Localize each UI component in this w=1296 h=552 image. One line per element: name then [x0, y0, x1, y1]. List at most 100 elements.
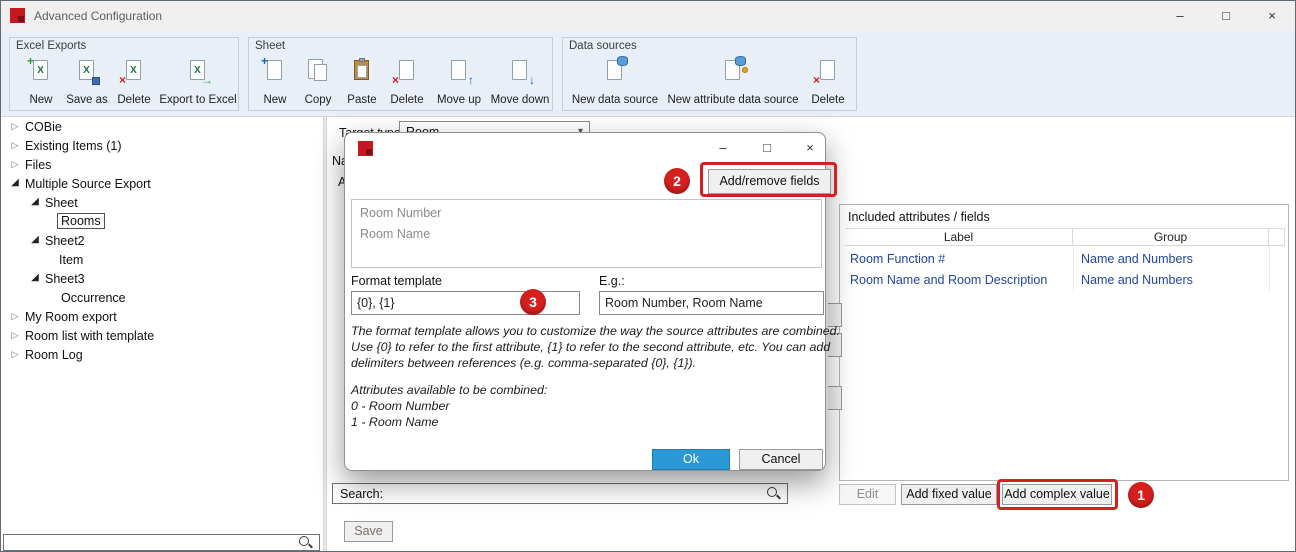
excel-save-as-button[interactable]: X Save as: [64, 54, 110, 108]
excel-delete-button[interactable]: X× Delete: [112, 54, 156, 108]
main-search-input[interactable]: [383, 485, 765, 502]
row-label-cell: Room Function #: [850, 252, 945, 266]
maximize-button[interactable]: □: [1203, 1, 1249, 31]
list-item[interactable]: Room Number: [360, 206, 441, 220]
sidebar-item-sheet2[interactable]: ◢ Sheet2: [1, 232, 319, 251]
toolbar-button-label: New: [20, 94, 62, 106]
attribute-reference: 1 - Room Name: [351, 415, 438, 429]
sidebar-item-label: Room list with template: [25, 329, 154, 343]
sheet-new-icon: +: [263, 58, 287, 84]
excel-new-button[interactable]: X+ New: [20, 54, 62, 108]
column-separator: [1073, 246, 1074, 292]
sidebar-item-label: Rooms: [57, 213, 105, 229]
toolbar-button-label: Delete: [805, 94, 851, 106]
format-description-line: Use {0} to refer to the first attribute,…: [351, 340, 830, 354]
annotation-step-1: 1: [1128, 482, 1154, 508]
toolbar-button-label: Delete: [112, 94, 156, 106]
sidebar-item-label: Multiple Source Export: [25, 177, 151, 191]
edit-button[interactable]: Edit: [839, 484, 896, 505]
data-source-delete-button[interactable]: × Delete: [805, 54, 851, 108]
toolbar-button-label: Move down: [489, 94, 551, 106]
expander-expanded-icon[interactable]: ◢: [29, 272, 41, 283]
ribbon: Excel Exports X+ New X Save as X× Delete…: [1, 31, 1295, 117]
column-header-label[interactable]: Label: [845, 228, 1073, 246]
sidebar-item-label: Files: [25, 158, 51, 172]
app-logo-icon: [10, 8, 25, 23]
export-to-excel-button[interactable]: X→ Export to Excel: [158, 54, 238, 108]
copy-icon: [306, 58, 330, 84]
example-input[interactable]: [599, 291, 824, 315]
sidebar-search-box: [3, 534, 320, 551]
sidebar-item-rooms[interactable]: Rooms: [1, 213, 319, 232]
sidebar-item-sheet3[interactable]: ◢ Sheet3: [1, 270, 319, 289]
toolbar-button-label: New data source: [569, 94, 661, 106]
copy-button[interactable]: Copy: [297, 54, 339, 108]
new-data-source-button[interactable]: New data source: [569, 54, 661, 108]
column-header-group[interactable]: Group: [1073, 228, 1269, 246]
paste-button[interactable]: Paste: [341, 54, 383, 108]
sidebar-item-room-list-with-template[interactable]: ▷ Room list with template: [1, 327, 319, 346]
list-item[interactable]: Room Name: [360, 227, 430, 241]
new-attribute-data-source-button[interactable]: New attribute data source: [663, 54, 803, 108]
export-to-excel-icon: X→: [186, 58, 210, 84]
sheet-delete-button[interactable]: × Delete: [385, 54, 429, 108]
search-icon: [299, 536, 313, 550]
sidebar-item-occurrence[interactable]: Occurrence: [1, 289, 319, 308]
sidebar-item-label: Sheet3: [45, 272, 85, 286]
sidebar-item-label: My Room export: [25, 310, 117, 324]
advanced-configuration-window: Advanced Configuration – □ × Excel Expor…: [0, 0, 1296, 552]
expander-expanded-icon[interactable]: ◢: [29, 234, 41, 245]
close-button[interactable]: ×: [1249, 1, 1295, 31]
sidebar-item-label: Room Log: [25, 348, 83, 362]
pane-splitter[interactable]: [323, 117, 327, 552]
window-title: Advanced Configuration: [34, 9, 162, 23]
main-search-box: Search:: [332, 483, 788, 504]
search-label: Search:: [340, 487, 383, 501]
minimize-button[interactable]: –: [1157, 1, 1203, 31]
paste-icon: [350, 58, 374, 84]
expander-collapsed-icon[interactable]: ▷: [9, 330, 21, 341]
dialog-maximize-button[interactable]: □: [751, 133, 783, 163]
expander-collapsed-icon[interactable]: ▷: [9, 159, 21, 170]
expander-collapsed-icon[interactable]: ▷: [9, 140, 21, 151]
ribbon-group-sheet: Sheet + New Copy Paste × Delete ↑ Move u…: [248, 37, 553, 111]
annotation-step-3: 3: [520, 289, 546, 315]
sidebar-item-sheet[interactable]: ◢ Sheet: [1, 194, 319, 213]
sidebar-item-label: Sheet2: [45, 234, 85, 248]
ok-button[interactable]: Ok: [652, 449, 730, 470]
add-fixed-value-button[interactable]: Add fixed value: [901, 484, 997, 505]
annotation-highlight-add-complex-value: [997, 479, 1118, 510]
sidebar-item-room-log[interactable]: ▷ Room Log: [1, 346, 319, 365]
sidebar-item-item[interactable]: Item: [1, 251, 319, 270]
ribbon-group-label: Data sources: [569, 40, 637, 52]
sidebar-item-my-room-export[interactable]: ▷ My Room export: [1, 308, 319, 327]
cancel-button[interactable]: Cancel: [739, 449, 823, 470]
attributes-available-heading: Attributes available to be combined:: [351, 383, 547, 397]
data-source-delete-icon: ×: [816, 58, 840, 84]
expander-collapsed-icon[interactable]: ▷: [9, 121, 21, 132]
save-button[interactable]: Save: [344, 521, 393, 542]
annotation-highlight-add-remove-fields: [700, 162, 837, 197]
sidebar-item-existing-items[interactable]: ▷ Existing Items (1): [1, 137, 319, 156]
expander-expanded-icon[interactable]: ◢: [9, 177, 21, 188]
expander-expanded-icon[interactable]: ◢: [29, 196, 41, 207]
move-down-button[interactable]: ↓ Move down: [489, 54, 551, 108]
expander-collapsed-icon[interactable]: ▷: [9, 311, 21, 322]
dialog-close-button[interactable]: ×: [794, 133, 826, 163]
title-bar: Advanced Configuration – □ ×: [1, 1, 1295, 31]
sheet-delete-icon: ×: [395, 58, 419, 84]
clipped-button[interactable]: [828, 386, 842, 410]
row-group-cell: Name and Numbers: [1081, 252, 1193, 266]
move-up-button[interactable]: ↑ Move up: [431, 54, 487, 108]
sidebar-search-input[interactable]: [7, 536, 297, 549]
included-attributes-panel: Included attributes / fields Label Group…: [839, 204, 1289, 481]
format-template-label: Format template: [351, 274, 442, 288]
toolbar-button-label: New attribute data source: [663, 94, 803, 106]
expander-collapsed-icon[interactable]: ▷: [9, 349, 21, 360]
sheet-new-button[interactable]: + New: [255, 54, 295, 108]
dialog-minimize-button[interactable]: –: [707, 133, 739, 163]
format-description-line: The format template allows you to custom…: [351, 324, 840, 338]
sidebar-item-files[interactable]: ▷ Files: [1, 156, 319, 175]
sidebar-item-multiple-source-export[interactable]: ◢ Multiple Source Export: [1, 175, 319, 194]
sidebar-item-cobie[interactable]: ▷ COBie: [1, 118, 319, 137]
